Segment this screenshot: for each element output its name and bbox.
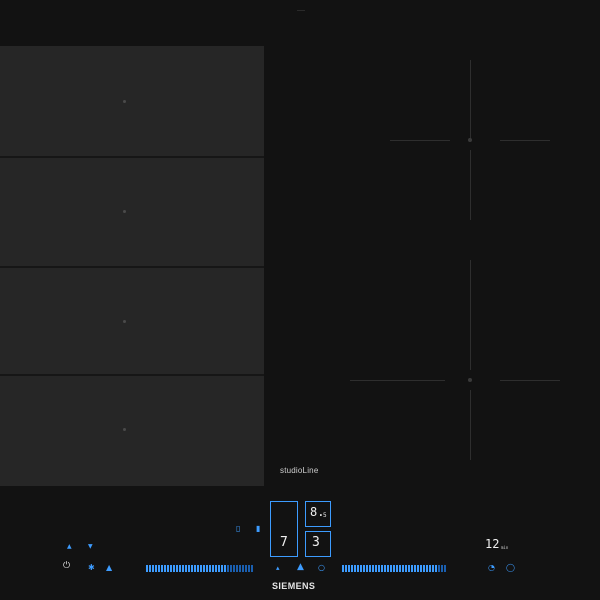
zone-center-mark	[123, 100, 126, 103]
model-label: studioLine	[280, 466, 319, 475]
zone-left-level: 7	[280, 535, 288, 550]
zone-marking-vertical	[470, 260, 471, 370]
zone-marking-vertical	[470, 390, 471, 460]
flex-zone-2[interactable]	[0, 158, 264, 266]
lock-icon[interactable]: ▯	[236, 525, 240, 533]
fan-icon[interactable]: ✱	[88, 564, 95, 572]
zone-right-level: 3	[312, 535, 320, 550]
timer-icon[interactable]: ◔	[488, 564, 495, 572]
power-slider-left[interactable]	[146, 563, 253, 573]
arrow-up-icon[interactable]: ▲	[67, 543, 72, 551]
zone-marking-horizontal	[500, 140, 550, 141]
zone-center-mark	[123, 320, 126, 323]
arrow-down-icon[interactable]: ▼	[88, 543, 93, 551]
power-icon[interactable]: ⏻	[63, 562, 70, 571]
zone-marking-vertical	[470, 60, 471, 140]
top-edge-mark	[297, 10, 305, 11]
extractor-icon[interactable]: ▲	[106, 564, 112, 572]
timer-unit: min	[501, 545, 509, 550]
zone-center-mark	[123, 428, 126, 431]
zone-marking-horizontal	[350, 380, 445, 381]
flex-zone-3[interactable]	[0, 268, 264, 374]
flex-zone-icon[interactable]: ▮	[256, 525, 260, 533]
timer-display[interactable]: 12	[485, 537, 499, 551]
zone-center-mark	[468, 138, 472, 142]
zone-upper-sublevel: 5	[323, 512, 327, 519]
cooktop-surface: studioLine ▯ ▮ 7 8. 5 3 12 min ▲ ▼ ⏻ ✱ ▲…	[0, 0, 600, 600]
zone-center-mark	[123, 210, 126, 213]
brand-logo: SIEMENS	[272, 581, 316, 591]
zone-marking-vertical	[470, 150, 471, 220]
boost-icon[interactable]: ▲	[297, 563, 304, 572]
flex-zone-4[interactable]	[0, 376, 264, 486]
zone-marking-horizontal	[390, 140, 450, 141]
dish-icon[interactable]: ○	[318, 564, 325, 572]
zone-marking-horizontal	[500, 380, 560, 381]
zone-center-mark	[468, 378, 472, 382]
flex-zone-1[interactable]	[0, 46, 264, 156]
settings-icon[interactable]: ◯	[506, 564, 515, 572]
hood-icon[interactable]: ▴	[276, 564, 280, 572]
power-slider-right[interactable]	[342, 563, 446, 573]
